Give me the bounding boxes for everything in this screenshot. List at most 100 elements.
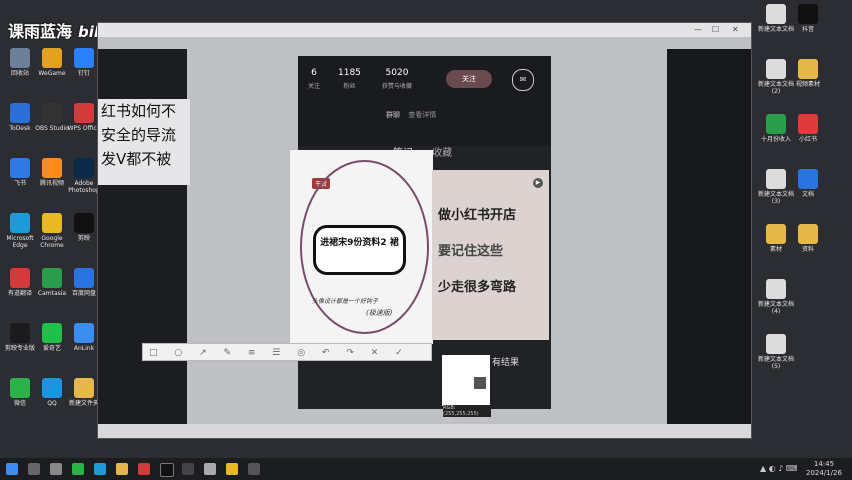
left-slide-panel: 红书如何不 安全的导流 发V都不被	[98, 49, 190, 424]
stat-value: 6	[311, 68, 317, 78]
group-chat-label: 群聊	[386, 111, 400, 119]
card-right-line: 要记住这些	[438, 244, 504, 259]
start-icon[interactable]	[6, 463, 18, 475]
result-text: 有结果	[492, 358, 520, 368]
edge-icon[interactable]	[94, 463, 106, 475]
stat-label: 粉丝	[343, 83, 356, 90]
app-icon	[42, 48, 62, 68]
card-right-line: 少走很多弯路	[438, 280, 517, 295]
desktop-icon[interactable]: 新建文本文档(5)	[756, 334, 796, 370]
card-bottom-text: 头像设计都是一个好钩子	[312, 298, 379, 305]
tray-icons[interactable]: ▲ ◐ ♪ ⌨	[760, 464, 797, 473]
status-bar	[98, 424, 751, 438]
clock[interactable]: 14:45 2024/1/26	[806, 460, 842, 478]
desktop-icon-label: 视频素材	[795, 81, 820, 88]
app-icon	[42, 323, 62, 343]
maximize-button[interactable]: ☐	[712, 25, 719, 34]
clock-time: 14:45	[813, 460, 835, 468]
obs-icon[interactable]	[182, 463, 194, 475]
stat-label: 获赞与收藏	[382, 83, 413, 90]
desktop-icon-label: 新建文本文档(5)	[757, 356, 794, 370]
color-picker-info: RGB: (255,255,255) HSB: 255,255,255	[443, 405, 491, 423]
app-icon	[74, 48, 94, 68]
desktop-icon[interactable]: 视频素材	[788, 59, 828, 88]
app-icon	[766, 59, 786, 79]
group-chat-link: 查看详情	[408, 111, 437, 119]
play-icon[interactable]: ▶	[533, 178, 543, 188]
follow-button[interactable]: 关注	[446, 70, 492, 88]
app-icon	[10, 48, 30, 68]
close-button[interactable]: ✕	[732, 25, 739, 34]
app-icon	[798, 114, 818, 134]
chrome-icon[interactable]	[226, 463, 238, 475]
app-icon	[42, 378, 62, 398]
app-icon	[42, 158, 62, 178]
desktop-icon[interactable]: 资料	[788, 224, 828, 253]
color-swatch	[474, 377, 486, 389]
app-icon	[766, 224, 786, 244]
stat-value: 5020	[385, 68, 409, 78]
color-picker-preview	[442, 355, 490, 406]
desktop-icon-label: 抖音	[801, 26, 814, 33]
desktop-icon[interactable]: 小红书	[788, 114, 828, 143]
clock-date: 2024/1/26	[806, 469, 842, 477]
app-icon	[74, 213, 94, 233]
app-icon[interactable]	[138, 463, 150, 475]
profile-header: 6 关注 1185 粉丝 5020 获赞与收藏 关注 ✉ 群聊 查看详情	[298, 56, 551, 146]
app-icon	[74, 158, 94, 178]
hsb-readout: HSB: 255,255,255	[443, 417, 489, 423]
app-icon	[766, 4, 786, 24]
app-icon	[42, 268, 62, 288]
tab-favorites[interactable]: 收藏	[432, 148, 452, 159]
desktop-icon[interactable]: 抖音	[788, 4, 828, 33]
search-icon[interactable]	[28, 463, 40, 475]
taskview-icon[interactable]	[50, 463, 62, 475]
app-icon	[798, 224, 818, 244]
app-icon	[766, 279, 786, 299]
app-icon	[766, 169, 786, 189]
desktop-icon[interactable]: 文档	[788, 169, 828, 198]
desktop-icon[interactable]: 新建文本文档(4)	[756, 279, 796, 315]
app-icon	[766, 334, 786, 354]
watermark-text: 课雨蓝海	[8, 22, 73, 41]
minimize-button[interactable]: —	[694, 25, 702, 34]
capcut-icon[interactable]	[160, 463, 174, 477]
app-icon	[74, 323, 94, 343]
desktop-icon-label: 文档	[801, 191, 814, 198]
note-card-right[interactable]: 做小红书开店 要记住这些 少走很多弯路 ▶	[432, 170, 549, 340]
left-text-line: 发V都不被	[101, 150, 172, 168]
annotation-toolbar[interactable]: □ ○ ↗ ✎ ≡ ☰ ◎ ↶ ↷ ✕ ✓	[142, 343, 432, 361]
app-icon	[10, 323, 30, 343]
app-icon[interactable]	[248, 463, 260, 475]
group-chat-row[interactable]: 群聊 查看详情	[386, 110, 436, 120]
rgb-readout: RGB: (255,255,255)	[443, 405, 479, 417]
app-icon	[74, 268, 94, 288]
left-dark-area	[98, 49, 187, 99]
stat-following[interactable]: 6 关注	[308, 68, 320, 90]
app-icon	[42, 213, 62, 233]
right-dark-area	[667, 49, 751, 424]
app-icon	[74, 103, 94, 123]
window-titlebar: — ☐ ✕	[98, 23, 751, 37]
left-text-line: 安全的导流	[101, 126, 177, 144]
app-icon	[10, 103, 30, 123]
stat-label: 关注	[308, 83, 321, 90]
stat-likes[interactable]: 5020 获赞与收藏	[382, 68, 412, 90]
card-right-line: 做小红书开店	[438, 208, 517, 223]
app-icon	[10, 213, 30, 233]
left-text-band: 红书如何不 安全的导流 发V都不被	[98, 99, 190, 185]
speech-bubble: 进裙宋9份资料2 裙	[313, 225, 406, 275]
message-icon[interactable]: ✉	[512, 69, 534, 91]
screenshot-icon[interactable]	[204, 463, 216, 475]
stat-followers[interactable]: 1185 粉丝	[338, 68, 361, 90]
app-icon	[766, 114, 786, 134]
desktop-icon-label: 资料	[801, 246, 814, 253]
taskbar: ▲ ◐ ♪ ⌨ 14:45 2024/1/26	[0, 458, 852, 480]
left-dark-area-lower	[98, 185, 187, 424]
left-text-line: 红书如何不	[101, 102, 177, 120]
folder-icon[interactable]	[116, 463, 128, 475]
app-icon	[42, 103, 62, 123]
app-icon	[798, 4, 818, 24]
wechat-icon[interactable]	[72, 463, 84, 475]
stat-value: 1185	[338, 68, 361, 78]
